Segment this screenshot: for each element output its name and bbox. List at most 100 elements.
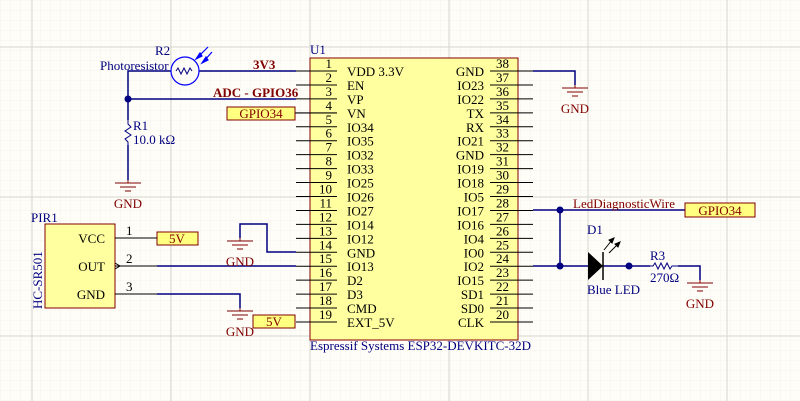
u1-pin-number: 34 xyxy=(496,112,510,127)
net-label-3v3: 3V3 xyxy=(253,57,276,72)
u1-description: Espressif Systems ESP32-DEVKITC-32D xyxy=(310,338,531,353)
u1-pin-number: 33 xyxy=(496,126,509,141)
u1-pin-number: 14 xyxy=(319,237,333,252)
pir1-pin-name: OUT xyxy=(78,259,105,274)
pir1-designator: PIR1 xyxy=(31,210,58,225)
r3-value: 270Ω xyxy=(650,270,679,285)
u1-pin-name: IO5 xyxy=(464,190,484,205)
pir1-pin-name: VCC xyxy=(78,231,105,246)
u1-pin-name: IO2 xyxy=(464,259,484,274)
schematic-sheet: U1 Espressif Systems ESP32-DEVKITC-32D 1… xyxy=(0,0,800,401)
r2-comment: Photoresistor xyxy=(100,58,169,73)
u1-pin-name: IO4 xyxy=(464,231,485,246)
net-label-led-diagnostic-wire: LedDiagnosticWire xyxy=(573,196,675,211)
u1-pin-number: 23 xyxy=(496,265,509,280)
port-5v-pir[interactable]: 5V xyxy=(156,231,199,246)
u1-pin-number: 6 xyxy=(326,126,333,141)
u1-pin-number: 38 xyxy=(496,56,509,71)
u1-pin-number: 27 xyxy=(496,209,510,224)
pir1-pin-number: 2 xyxy=(126,251,133,266)
r1-designator: R1 xyxy=(133,118,148,133)
u1-pin-name: CLK xyxy=(458,315,485,330)
u1-pin-name: IO15 xyxy=(457,273,484,288)
schematic-canvas: U1 Espressif Systems ESP32-DEVKITC-32D 1… xyxy=(0,0,800,401)
svg-text:GPIO34: GPIO34 xyxy=(698,203,742,218)
u1-pin-name: EN xyxy=(347,78,365,93)
u1-pin-name: GND xyxy=(456,148,484,163)
gnd-label: GND xyxy=(226,324,254,339)
u1-pin-name: IO34 xyxy=(347,120,374,135)
u1-pin-number: 25 xyxy=(496,237,509,252)
pir1-comment: HC-SR501 xyxy=(30,251,45,309)
u1-pin-number: 22 xyxy=(496,279,509,294)
u1-body[interactable] xyxy=(309,57,519,341)
gnd-label: GND xyxy=(686,296,714,311)
r2-designator: R2 xyxy=(155,43,170,58)
u1-pin-number: 29 xyxy=(496,182,509,197)
u1-pin-number: 18 xyxy=(319,293,332,308)
u1-pin-number: 16 xyxy=(319,265,333,280)
u1-pin-number: 12 xyxy=(319,209,332,224)
u1-pin-name: IO27 xyxy=(347,203,374,218)
u1-pin-number: 36 xyxy=(496,84,510,99)
u1-pin-number: 30 xyxy=(496,168,509,183)
u1-pin-name: VP xyxy=(347,92,364,107)
u1-designator: U1 xyxy=(310,42,326,57)
svg-text:5V: 5V xyxy=(169,231,186,246)
u1-pin-name: GND xyxy=(347,245,375,260)
u1-pin-number: 7 xyxy=(326,140,333,155)
u1-pin-name: EXT_5V xyxy=(347,315,395,330)
port-5v-u1[interactable]: 5V xyxy=(252,314,296,329)
u1-pin-name: IO12 xyxy=(347,231,374,246)
u1-pin-number: 15 xyxy=(319,251,332,266)
d1-designator: D1 xyxy=(587,222,603,237)
u1-pin-name: VDD 3.3V xyxy=(347,64,405,79)
u1-pin-name: GND xyxy=(456,64,484,79)
pir1-pin-name: GND xyxy=(77,287,105,302)
gnd-label: GND xyxy=(114,196,142,211)
gnd-label: GND xyxy=(561,101,589,116)
u1-pin-name: IO13 xyxy=(347,259,374,274)
u1-pin-name: SD0 xyxy=(461,301,484,316)
u1-pin-name: VN xyxy=(347,106,366,121)
u1-pin-number: 32 xyxy=(496,140,509,155)
u1-esp32[interactable]: U1 Espressif Systems ESP32-DEVKITC-32D 1… xyxy=(296,42,533,353)
u1-pin-name: IO18 xyxy=(457,176,484,191)
gnd-label: GND xyxy=(226,254,254,269)
u1-pin-number: 37 xyxy=(496,70,510,85)
u1-pin-name: IO23 xyxy=(457,78,484,93)
u1-pin-name: IO14 xyxy=(347,217,374,232)
u1-pin-number: 1 xyxy=(326,56,333,71)
net-label-adc-gpio36: ADC - GPIO36 xyxy=(213,85,299,100)
u1-pin-number: 35 xyxy=(496,98,509,113)
u1-pin-name: D3 xyxy=(347,287,363,302)
port-gpio34-left[interactable]: GPIO34 xyxy=(226,106,296,121)
u1-pin-name: TX xyxy=(467,106,485,121)
u1-pin-number: 10 xyxy=(319,182,332,197)
r1-value: 10.0 kΩ xyxy=(133,132,175,147)
u1-pin-number: 2 xyxy=(326,70,333,85)
u1-pin-name: IO32 xyxy=(347,148,374,163)
u1-pin-name: D2 xyxy=(347,273,363,288)
u1-pin-name: IO35 xyxy=(347,134,374,149)
u1-pin-name: SD1 xyxy=(461,287,484,302)
u1-pin-name: CMD xyxy=(347,301,377,316)
u1-pin-name: IO21 xyxy=(457,134,484,149)
svg-text:5V: 5V xyxy=(266,314,283,329)
u1-pin-number: 21 xyxy=(496,293,509,308)
u1-pin-number: 9 xyxy=(326,168,333,183)
u1-pin-name: IO16 xyxy=(457,217,484,232)
d1-comment: Blue LED xyxy=(587,282,640,297)
u1-pin-number: 26 xyxy=(496,223,510,238)
port-gpio34-right[interactable]: GPIO34 xyxy=(684,202,756,218)
u1-pin-number: 5 xyxy=(326,112,333,127)
u1-pin-name: IO26 xyxy=(347,190,374,205)
svg-text:GPIO34: GPIO34 xyxy=(239,106,283,121)
u1-pin-number: 8 xyxy=(326,154,333,169)
u1-pin-number: 11 xyxy=(319,195,332,210)
u1-pin-name: RX xyxy=(466,120,485,135)
u1-pin-number: 24 xyxy=(496,251,510,266)
u1-pin-number: 3 xyxy=(326,84,333,99)
u1-pin-number: 13 xyxy=(319,223,332,238)
u1-pin-number: 28 xyxy=(496,195,509,210)
